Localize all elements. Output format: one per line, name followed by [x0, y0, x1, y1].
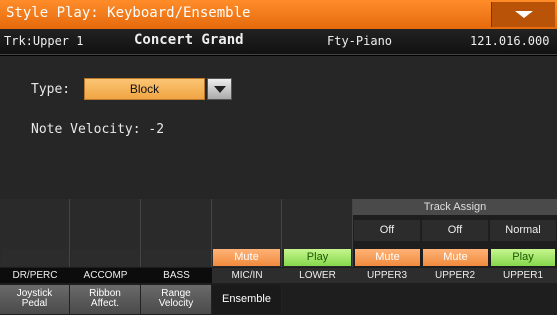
play-mute-button-lower[interactable]: Play: [284, 249, 351, 266]
note-velocity-readout: Note Velocity: -2: [31, 122, 165, 137]
tab-label: Affect.: [90, 298, 120, 309]
track-name-micin[interactable]: MIC/IN: [212, 268, 282, 283]
type-dropdown-button[interactable]: [207, 78, 232, 100]
play-mute-button-accomp[interactable]: [71, 249, 140, 266]
play-mute-button-upper1[interactable]: Play: [491, 249, 555, 266]
type-label: Type:: [31, 82, 71, 97]
page-title: Style Play: Keyboard/Ensemble: [6, 5, 251, 21]
mixer-panel: Track Assign Off Off Normal Mute Play Mu…: [0, 199, 557, 315]
play-mute-button-drperc[interactable]: [1, 249, 69, 266]
tab-range-velocity[interactable]: Range Velocity: [141, 285, 212, 314]
play-mute-button-bass[interactable]: [142, 249, 211, 266]
play-mute-button-upper2[interactable]: Mute: [423, 249, 488, 266]
track-name-upper1[interactable]: UPPER1: [489, 268, 557, 283]
track-name-bass[interactable]: BASS: [141, 268, 212, 283]
play-mute-button-micin[interactable]: Mute: [213, 249, 280, 266]
track-name-lower[interactable]: LOWER: [282, 268, 353, 283]
tab-joystick-pedal[interactable]: Joystick Pedal: [0, 285, 70, 314]
track-assign-header: Track Assign: [353, 199, 557, 215]
type-value: Block: [129, 82, 160, 96]
dropdown-arrow-icon: [214, 86, 226, 93]
track-name-accomp[interactable]: ACCOMP: [70, 268, 141, 283]
sound-bank: Fty-Piano: [327, 34, 393, 48]
tab-ribbon-affect[interactable]: Ribbon Affect.: [70, 285, 141, 314]
play-mute-button-upper3[interactable]: Mute: [355, 249, 420, 266]
track-assign-upper1[interactable]: Normal: [490, 220, 556, 241]
track-assign-upper2[interactable]: Off: [422, 220, 488, 241]
title-bar: Style Play: Keyboard/Ensemble: [0, 0, 557, 29]
track-name-upper3[interactable]: UPPER3: [353, 268, 421, 283]
page-menu-button[interactable]: [491, 2, 555, 27]
track-info-bar: Trk:Upper 1 Concert Grand Fty-Piano 121.…: [0, 29, 557, 55]
tab-label: Pedal: [21, 298, 48, 309]
chevron-down-icon: [515, 11, 533, 18]
track-name-upper2[interactable]: UPPER2: [421, 268, 489, 283]
tab-ensemble[interactable]: Ensemble: [212, 285, 282, 314]
tab-label: Ensemble: [222, 293, 271, 305]
program-number: 121.016.000: [470, 34, 550, 48]
ensemble-panel: Type: Block Note Velocity: -2: [0, 56, 557, 199]
track-name-drperc[interactable]: DR/PERC: [0, 268, 70, 283]
track-label: Trk:Upper 1: [4, 34, 84, 48]
type-select[interactable]: Block: [84, 78, 205, 100]
sound-name[interactable]: Concert Grand: [134, 32, 244, 48]
track-assign-upper3[interactable]: Off: [354, 220, 420, 241]
tab-label: Velocity: [158, 298, 194, 309]
